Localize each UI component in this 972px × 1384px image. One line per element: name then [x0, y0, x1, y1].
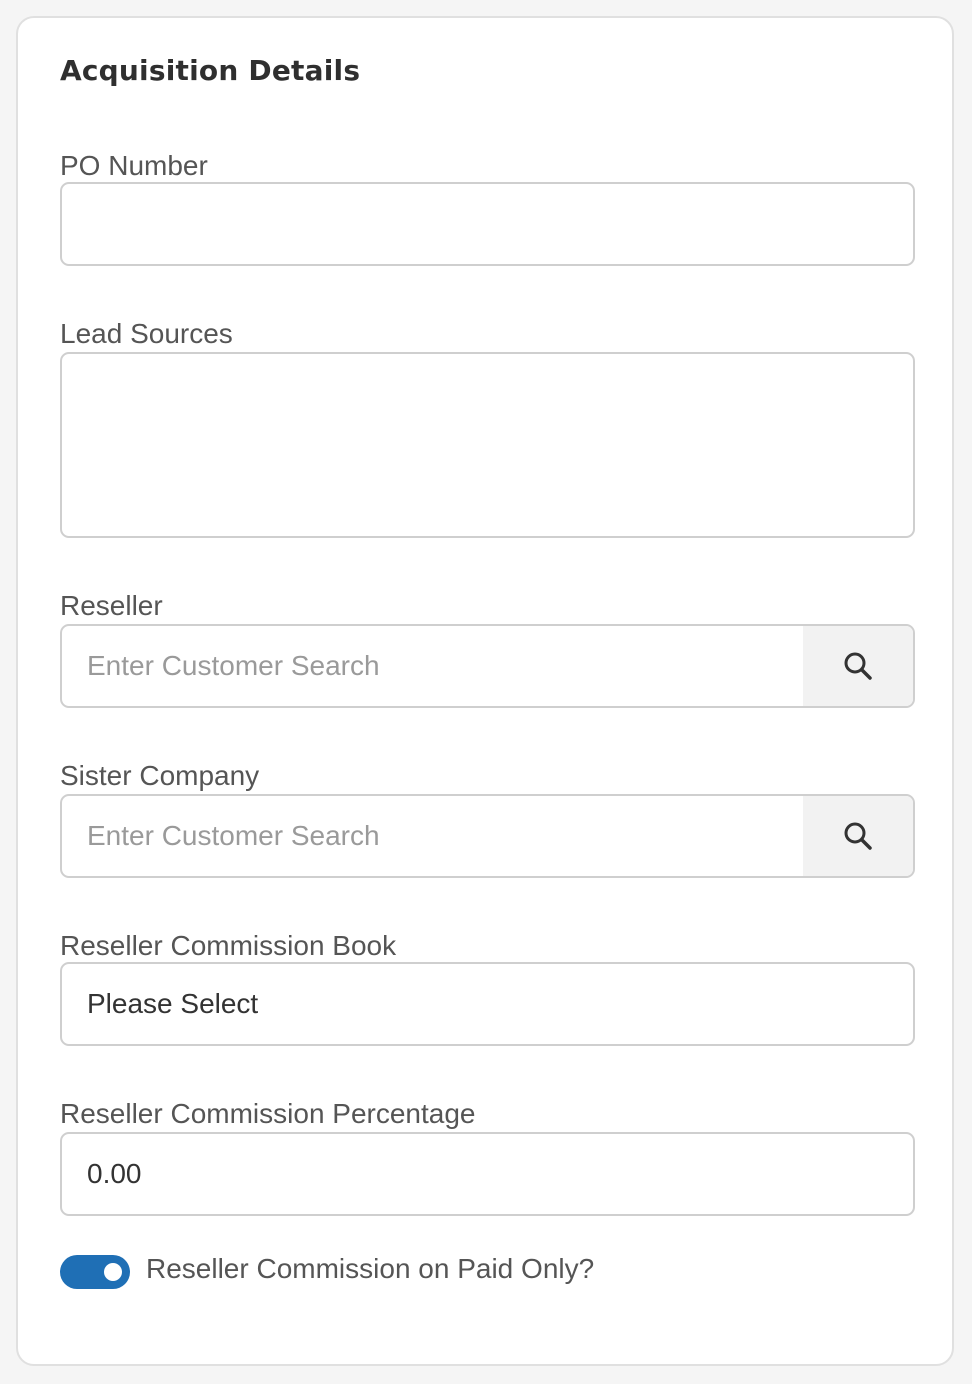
lead-sources-textarea[interactable]	[60, 352, 915, 538]
reseller-search-input[interactable]: Enter Customer Search	[62, 626, 805, 706]
reseller-placeholder: Enter Customer Search	[87, 650, 380, 681]
paid-only-toggle[interactable]	[60, 1255, 130, 1289]
sister-company-search-button[interactable]	[803, 796, 913, 876]
acquisition-details-card: Acquisition Details PO Number Lead Sourc…	[16, 16, 954, 1366]
lead-sources-label: Lead Sources	[60, 318, 233, 349]
sister-company-label: Sister Company	[60, 760, 260, 791]
paid-only-toggle-label[interactable]: Reseller Commission on Paid Only?	[146, 1253, 594, 1285]
search-icon	[844, 822, 872, 850]
sister-company-search-group: Enter Customer Search	[60, 794, 915, 878]
sister-company-placeholder: Enter Customer Search	[87, 820, 380, 851]
reseller-search-button[interactable]	[803, 626, 913, 706]
commission-book-selected: Please Select	[87, 988, 259, 1019]
po-number-input[interactable]	[60, 182, 915, 266]
toggle-knob	[104, 1263, 122, 1281]
commission-percentage-label: Reseller Commission Percentage	[60, 1098, 476, 1129]
search-icon	[844, 652, 872, 680]
reseller-label: Reseller	[60, 590, 163, 621]
po-number-label: PO Number	[60, 150, 208, 181]
reseller-search-group: Enter Customer Search	[60, 624, 915, 708]
commission-book-select[interactable]: Please Select	[60, 962, 915, 1046]
commission-book-label: Reseller Commission Book	[60, 930, 397, 961]
sister-company-search-input[interactable]: Enter Customer Search	[62, 796, 805, 876]
section-title: Acquisition Details	[60, 54, 361, 87]
commission-percentage-value: 0.00	[87, 1158, 142, 1189]
commission-percentage-input[interactable]: 0.00	[60, 1132, 915, 1216]
